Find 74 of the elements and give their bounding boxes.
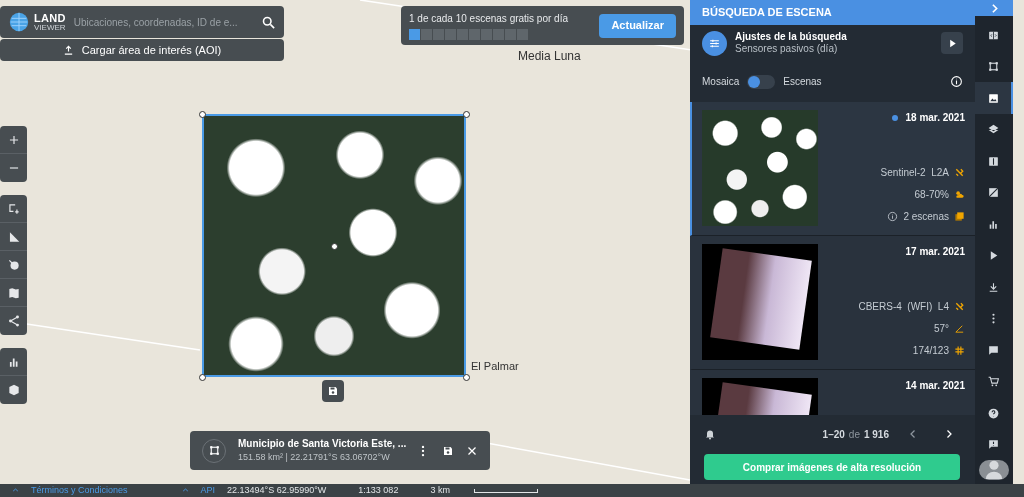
polygon-icon <box>986 60 1000 74</box>
share-icon <box>6 314 21 328</box>
scene-date: 14 mar. 2021 <box>905 379 965 393</box>
upload-aoi-button[interactable]: Cargar área de interés (AOI) <box>0 39 284 61</box>
scale-bar <box>473 488 538 493</box>
page-range: 1–20 <box>822 427 845 442</box>
caret-icon <box>181 487 189 494</box>
api-link[interactable]: API <box>200 483 216 497</box>
caret-icon <box>12 487 19 494</box>
terms-link[interactable]: Términos y Condiciones <box>31 483 128 497</box>
panel-title: BÚSQUEDA DE ESCENA <box>702 5 833 21</box>
comment-icon <box>986 343 1000 357</box>
quota-text: 1 de cada 10 escenas gratis por día <box>409 12 569 26</box>
page-of: de <box>848 427 860 442</box>
scene-card[interactable]: 14 mar. 2021 <box>690 370 975 415</box>
scene-detail: 174/123 <box>912 343 949 358</box>
logo-subtext: VIEWER <box>34 23 66 32</box>
stacked-images-icon <box>954 210 965 222</box>
scene-card[interactable]: 17 mar. 2021 CBERS-4 (WFI) L4 57° 174/123 <box>690 236 975 370</box>
upload-icon <box>62 44 74 56</box>
coordinates-text: 22.13494°S 62.95990°W <box>227 483 327 497</box>
save-icon <box>442 444 454 457</box>
toolbar-button[interactable] <box>975 82 1013 114</box>
cart-icon <box>986 375 1000 389</box>
close-icon <box>466 444 478 457</box>
avatar[interactable] <box>979 460 1009 480</box>
settings-subtitle: Sensores pasivos (día) <box>735 43 839 56</box>
collapse-button[interactable] <box>975 0 1013 17</box>
search-field[interactable]: Ubicaciones, coordenadas, ID de e... <box>73 14 253 30</box>
help-icon <box>986 406 1000 420</box>
result-total: 1 916 <box>863 427 889 442</box>
toggle-label: Mosaica <box>702 75 740 89</box>
scene-detail: Sentinel-2 L2A <box>880 165 949 180</box>
scene-date: 17 mar. 2021 <box>905 245 965 259</box>
logo-text: LAND <box>34 12 66 24</box>
aoi-details: 151.58 km² | 22.21791°S 63.06702°W <box>238 451 391 465</box>
vertex-handle[interactable] <box>463 374 470 381</box>
polygon-icon <box>207 444 221 457</box>
map-icon <box>6 285 21 300</box>
cube-icon <box>6 383 21 397</box>
save-icon <box>327 385 339 397</box>
vertex-handle[interactable] <box>199 374 206 381</box>
close-button[interactable] <box>466 444 478 457</box>
info-icon <box>887 210 899 222</box>
mode-switch[interactable] <box>747 74 776 89</box>
globe-icon <box>8 11 30 33</box>
vertex-handle[interactable] <box>331 243 338 250</box>
scene-detail: 68-70% <box>914 187 949 202</box>
scene-card[interactable]: 18 mar. 2021 Sentinel-2 L2A 68-70% 2 escenas <box>690 102 975 236</box>
bell-icon <box>704 428 716 440</box>
settings-title: Ajustes de la búsqueda <box>735 30 848 43</box>
add-area-icon <box>6 201 21 216</box>
scene-detail: CBERS-4 (WFI) L4 <box>858 299 949 314</box>
settings-icon <box>702 30 727 56</box>
split-view-icon <box>986 154 1000 168</box>
scale-text: 1:133 082 <box>358 483 399 497</box>
save-button[interactable] <box>322 380 344 402</box>
sun-cloud-icon <box>954 188 965 200</box>
aoi-title: Municipio de Santa Victoria Este, ... <box>238 437 404 452</box>
stopwatch-icon <box>6 257 21 272</box>
hash-icon <box>954 344 965 356</box>
vertex-handle[interactable] <box>199 111 206 118</box>
info-icon <box>950 75 963 88</box>
image-icon <box>986 91 1000 105</box>
scene-detail: 57° <box>933 321 949 336</box>
save-button[interactable] <box>442 444 454 457</box>
play-button[interactable] <box>941 32 963 54</box>
distance-text: 3 km <box>430 483 450 497</box>
scene-detail: 2 escenas <box>903 209 949 224</box>
place-label: Media Luna <box>518 48 581 65</box>
toggle-label: Escenas <box>783 75 823 89</box>
search-icon <box>261 14 276 30</box>
vertex-handle[interactable] <box>463 111 470 118</box>
scene-date: 18 mar. 2021 <box>905 111 965 125</box>
